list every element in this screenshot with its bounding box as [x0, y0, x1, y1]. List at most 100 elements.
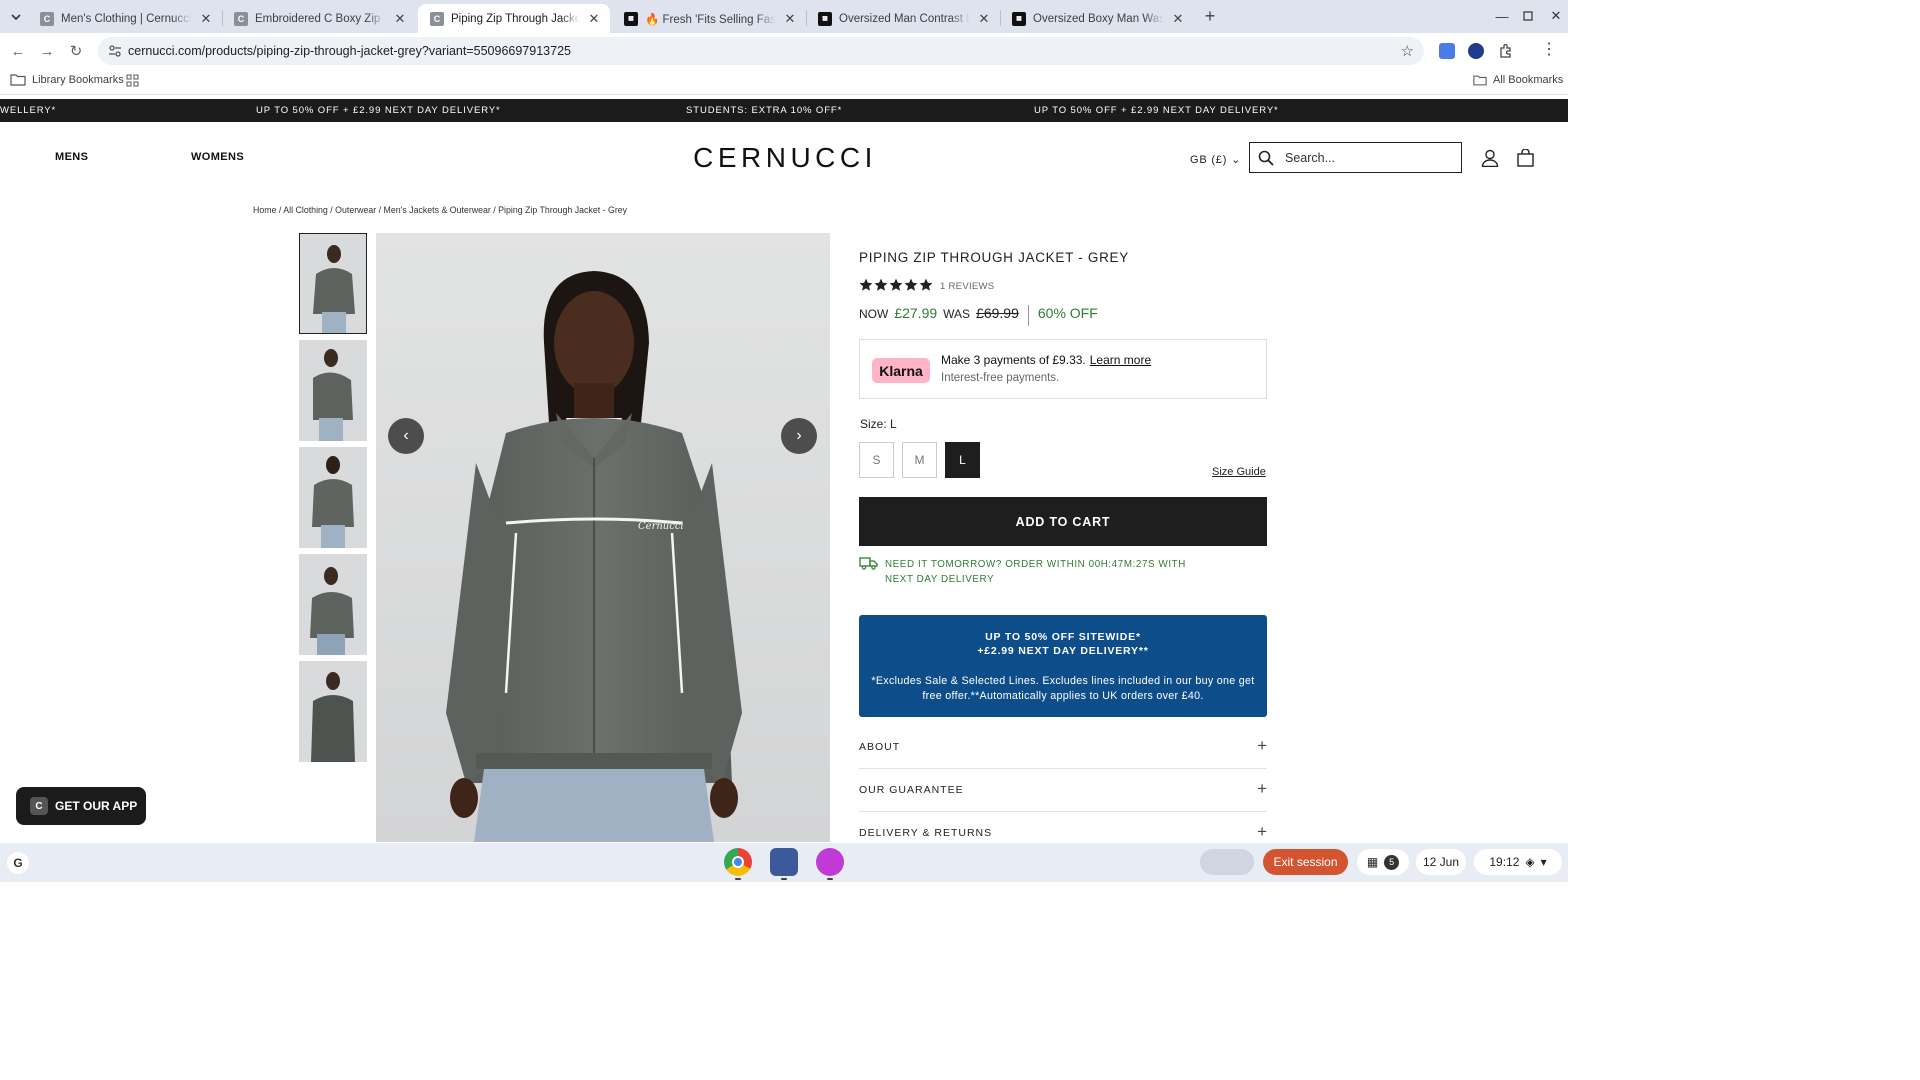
search-input[interactable]: Search... [1249, 142, 1462, 173]
browser-tab[interactable]: C Men's Clothing | Cernucci – Pa ✕ [28, 4, 222, 33]
original-price: £69.99 [976, 305, 1019, 321]
promo-item[interactable]: UP TO 50% OFF + £2.99 NEXT DAY DELIVERY* [1034, 105, 1279, 116]
exit-session-button[interactable]: Exit session [1263, 849, 1348, 875]
size-option-m[interactable]: M [902, 442, 937, 478]
all-bookmarks-folder[interactable]: All Bookmarks [1473, 74, 1563, 86]
klarna-learn-more-link[interactable]: Learn more [1090, 353, 1151, 367]
product-thumbnail[interactable] [299, 661, 367, 762]
chevron-right-icon: › [796, 427, 802, 444]
product-thumbnail[interactable] [299, 447, 367, 548]
cernucci-favicon-icon: C [430, 11, 444, 26]
close-tab-icon[interactable]: ✕ [1170, 11, 1186, 27]
tab-strip: C Men's Clothing | Cernucci – Pa ✕ C Emb… [0, 0, 1568, 33]
promo-item: WELLERY* [0, 105, 57, 116]
new-tab-icon[interactable]: + [1200, 6, 1220, 26]
site-header: MENS WOMENS CERNUCCI GB (£) ⌄ Search... [0, 122, 1568, 192]
browser-tab[interactable]: ▦ Oversized Man Contrast Embro ✕ [806, 4, 1000, 33]
star-icon [889, 278, 903, 291]
product-thumbnail[interactable] [299, 554, 367, 655]
nav-mens[interactable]: MENS [55, 151, 88, 163]
maximize-icon[interactable] [1517, 6, 1539, 26]
date-pill[interactable]: 12 Jun [1416, 849, 1466, 875]
promo-item[interactable]: STUDENTS: EXTRA 10% OFF* [686, 105, 842, 116]
klarna-panel: Klarna Make 3 payments of £9.33. Learn mo… [859, 339, 1267, 399]
apps-grid-icon[interactable] [126, 74, 139, 87]
search-placeholder: Search... [1285, 151, 1336, 165]
accordion-our-guarantee[interactable]: OUR GUARANTEE + [859, 770, 1267, 812]
shopping-bag-icon[interactable] [1517, 149, 1534, 167]
library-bookmarks-folder[interactable]: Library Bookmarks [10, 74, 124, 86]
site-info-icon[interactable] [108, 44, 122, 58]
accordion-label: OUR GUARANTEE [859, 784, 964, 796]
close-tab-icon[interactable]: ✕ [976, 11, 992, 27]
site-favicon-icon: ▦ [1012, 11, 1026, 26]
back-arrow-icon[interactable]: ← [8, 41, 28, 61]
sitewide-promo-box: UP TO 50% OFF SITEWIDE* +£2.99 NEXT DAY … [859, 615, 1267, 717]
size-guide-link[interactable]: Size Guide [1212, 466, 1266, 478]
site-favicon-icon: ▦ [624, 11, 638, 26]
promo-headline: UP TO 50% OFF SITEWIDE* [985, 631, 1141, 643]
browser-tab[interactable]: C Embroidered C Boxy Zip Throu ✕ [222, 4, 416, 33]
get-app-button[interactable]: C GET OUR APP [16, 787, 146, 825]
browser-tab-active[interactable]: C Piping Zip Through Jacket - Gr ✕ [418, 4, 610, 33]
launcher-icon[interactable]: G [7, 852, 29, 874]
forward-arrow-icon[interactable]: → [37, 41, 57, 61]
previous-image-button[interactable]: ‹ [388, 418, 424, 454]
close-tab-icon[interactable]: ✕ [198, 11, 214, 27]
currency-selector[interactable]: GB (£) ⌄ [1190, 153, 1241, 166]
bookmark-star-icon[interactable]: ☆ [1401, 42, 1414, 60]
kebab-menu-icon[interactable]: ⋮ [1541, 42, 1557, 59]
nav-womens[interactable]: WOMENS [191, 151, 244, 163]
translate-extension-icon[interactable] [1439, 43, 1455, 59]
screen-app-icon[interactable] [770, 848, 798, 876]
status-tray[interactable]: 19:12 ◈ ▾ [1474, 849, 1562, 875]
puzzle-extensions-icon[interactable] [1498, 43, 1514, 59]
star-rating[interactable] [859, 278, 933, 292]
accordion-label: DELIVERY & RETURNS [859, 827, 993, 839]
reviews-count[interactable]: 1 REVIEWS [940, 281, 994, 292]
size-option-s[interactable]: S [859, 442, 894, 478]
cernucci-favicon-icon: C [40, 11, 54, 26]
minimize-icon[interactable]: — [1491, 6, 1513, 26]
close-tab-icon[interactable]: ✕ [782, 11, 798, 27]
tray-thumbnails-icon[interactable] [1200, 849, 1254, 875]
accordion-about[interactable]: ABOUT + [859, 727, 1267, 769]
chrome-app-icon[interactable] [724, 848, 752, 876]
product-thumbnail[interactable] [299, 233, 367, 334]
address-bar[interactable]: cernucci.com/products/piping-zip-through… [98, 37, 1424, 65]
running-indicator [781, 878, 787, 880]
plus-icon: + [1257, 822, 1267, 841]
tab-title: 🔥 Fresh 'Fits Selling Fast [645, 13, 776, 26]
add-to-cart-button[interactable]: ADD TO CART [859, 497, 1267, 546]
notifications-pill[interactable]: ▦ 5 [1357, 849, 1409, 875]
chevron-down-icon: ⌄ [1231, 154, 1242, 166]
bookmarks-bar: Library Bookmarks All Bookmarks [0, 69, 1568, 95]
breadcrumb[interactable]: Home / All Clothing / Outerwear / Men's … [253, 205, 627, 215]
reload-icon[interactable]: ↻ [66, 41, 86, 61]
product-thumbnail[interactable] [299, 340, 367, 441]
account-icon[interactable] [1481, 149, 1499, 167]
product-main-image[interactable]: Cernucci [376, 233, 830, 842]
site-logo[interactable]: CERNUCCI [680, 142, 890, 174]
browser-tab[interactable]: ▦ 🔥 Fresh 'Fits Selling Fast ✕ [612, 4, 806, 33]
tab-search-chevron-icon[interactable] [6, 7, 26, 27]
next-image-button[interactable]: › [781, 418, 817, 454]
close-tab-icon[interactable]: ✕ [586, 11, 602, 27]
was-label: WAS [943, 307, 971, 321]
promo-terms: *Excludes Sale & Selected Lines. Exclude… [871, 675, 1255, 702]
close-window-icon[interactable]: ✕ [1545, 6, 1567, 26]
star-icon [874, 278, 888, 291]
browser-tab[interactable]: ▦ Oversized Boxy Man Washed W ✕ [1000, 4, 1194, 33]
promo-subheadline: +£2.99 NEXT DAY DELIVERY** [977, 645, 1149, 657]
promo-item[interactable]: UP TO 50% OFF + £2.99 NEXT DAY DELIVERY* [256, 105, 501, 116]
notification-icon: ▦ [1366, 855, 1379, 869]
size-option-l[interactable]: L [945, 442, 980, 478]
close-tab-icon[interactable]: ✕ [392, 11, 408, 27]
klarna-subtext: Interest-free payments. [941, 372, 1060, 384]
accordion-label: ABOUT [859, 741, 901, 753]
current-price: £27.99 [894, 305, 938, 321]
klarna-payment-text: Make 3 payments of £9.33. Learn more [941, 353, 1151, 367]
extension-icon[interactable] [1468, 43, 1484, 59]
purple-app-icon[interactable] [816, 848, 844, 876]
tab-title: Oversized Boxy Man Washed W [1033, 12, 1164, 25]
